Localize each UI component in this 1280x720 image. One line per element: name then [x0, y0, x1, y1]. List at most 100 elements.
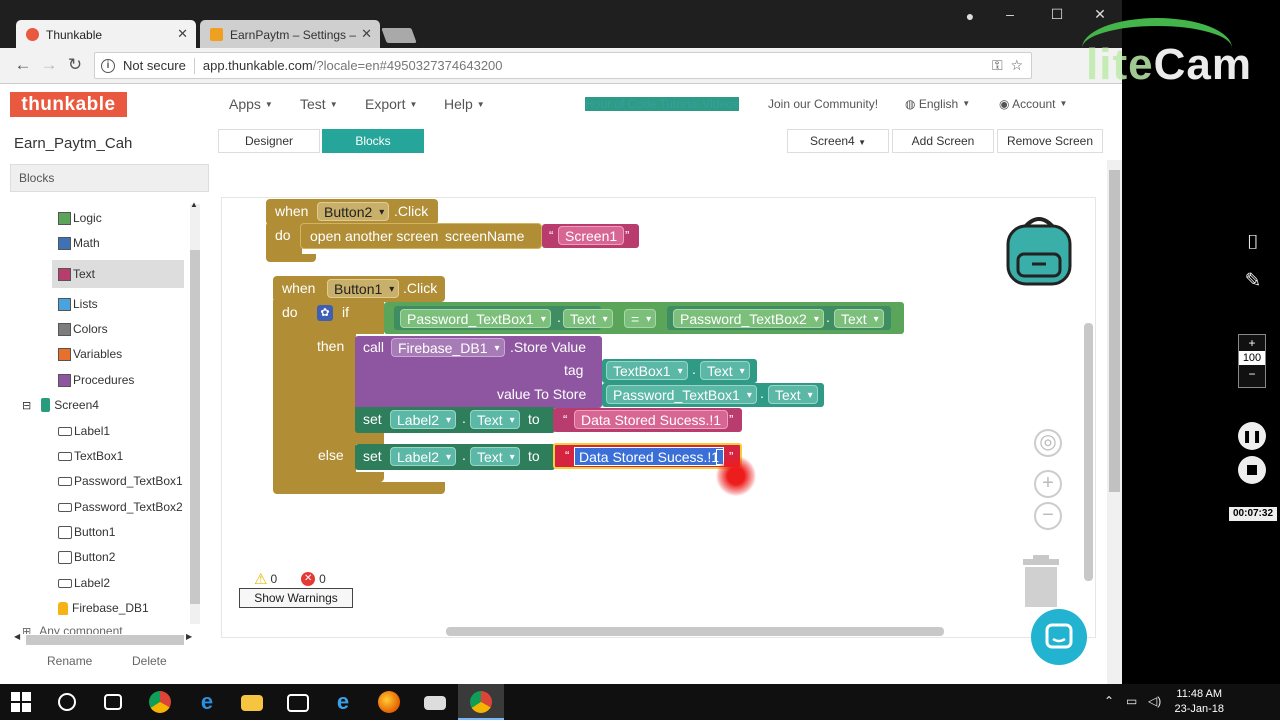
zoom-out-icon[interactable]: − — [1034, 502, 1062, 530]
mutator-gear-icon[interactable]: ✿ — [317, 305, 333, 321]
string-value-screen1[interactable]: Screen1 — [558, 226, 625, 245]
file-explorer-icon[interactable] — [241, 695, 263, 711]
new-tab-button[interactable] — [381, 28, 417, 43]
component-dropdown-label2[interactable]: Label2 — [390, 410, 457, 430]
component-label2[interactable]: Label2 — [58, 573, 110, 593]
component-dropdown-button2[interactable]: Button2 — [317, 202, 390, 222]
designer-button[interactable]: Designer — [218, 129, 320, 153]
menu-apps[interactable]: Apps ▼ — [229, 96, 273, 112]
builtin-text[interactable]: Text — [52, 260, 184, 288]
backpack-icon[interactable] — [1002, 212, 1076, 288]
tutorial-videos-link[interactable]: Hour of Code Tutorial Videos — [585, 97, 739, 111]
forward-arrow-icon[interactable]: → — [38, 55, 60, 75]
component-dropdown[interactable]: Password_TextBox1 — [400, 309, 551, 329]
component-firebase-db1[interactable]: Firebase_DB1 — [58, 598, 149, 618]
store-icon[interactable] — [287, 694, 309, 712]
tab-earnpaytm-settings[interactable]: EarnPaytm – Settings – F ✕ — [200, 20, 380, 49]
pause-icon[interactable]: ❚❚ — [1238, 422, 1266, 450]
system-clock[interactable]: 11:48 AM 23-Jan-18 — [1174, 687, 1224, 717]
operator-dropdown[interactable]: = — [624, 309, 657, 329]
component-password-textbox2[interactable]: Password_TextBox2 — [58, 497, 183, 517]
task-view-icon[interactable] — [104, 694, 122, 710]
remove-screen-button[interactable]: Remove Screen — [997, 129, 1103, 153]
workspace-vertical-scroll-thumb[interactable] — [1084, 323, 1093, 581]
firefox-icon[interactable] — [378, 691, 400, 713]
screen-selector[interactable]: Screen4 ▼ — [787, 129, 889, 153]
scroll-left-arrow-icon[interactable]: ◀ — [14, 632, 20, 641]
add-screen-button[interactable]: Add Screen — [892, 129, 994, 153]
camera-icon[interactable]: ⌷ — [1226, 232, 1280, 255]
language-menu[interactable]: ◍ English ▼ — [905, 97, 970, 111]
menu-export[interactable]: Export ▼ — [365, 96, 417, 112]
workspace-horizontal-scroll-thumb[interactable] — [446, 627, 944, 636]
string-value-success[interactable]: Data Stored Sucess.!1 — [574, 410, 729, 429]
menu-help[interactable]: Help ▼ — [444, 96, 485, 112]
delete-button[interactable]: Delete — [132, 654, 167, 668]
maximize-button[interactable]: ☐ — [1042, 6, 1072, 23]
property-dropdown[interactable]: Text — [470, 447, 520, 467]
stop-icon[interactable] — [1238, 456, 1266, 484]
tab-thunkable[interactable]: Thunkable ✕ — [16, 20, 196, 49]
info-icon[interactable]: i — [101, 58, 115, 73]
trash-can-icon[interactable] — [1021, 555, 1061, 607]
tray-chevron-icon[interactable]: ⌃ — [1104, 694, 1114, 708]
zoom-in-icon[interactable]: + — [1034, 470, 1062, 498]
reload-icon[interactable]: ↻ — [64, 55, 86, 75]
builtin-math[interactable]: Math — [58, 233, 100, 253]
property-dropdown[interactable]: Text — [834, 309, 884, 329]
component-textbox1[interactable]: TextBox1 — [58, 446, 123, 466]
address-bar[interactable]: i Not secure app.thunkable.com/?locale=e… — [94, 52, 1032, 79]
back-arrow-icon[interactable]: ← — [12, 55, 34, 75]
mail-icon[interactable] — [424, 696, 446, 710]
component-button2[interactable]: Button2 — [58, 547, 115, 567]
expand-plus-icon[interactable]: ⊞ — [22, 625, 31, 635]
component-label1[interactable]: Label1 — [58, 421, 110, 441]
chrome-active-window[interactable] — [458, 684, 504, 720]
any-component-node[interactable]: ⊞ Any component — [22, 621, 123, 634]
page-scroll-thumb[interactable] — [1109, 170, 1120, 492]
key-icon[interactable]: ⚿ — [992, 57, 1003, 73]
panel-vertical-scroll-thumb[interactable] — [190, 250, 200, 604]
collapse-minus-icon[interactable]: ⊟ — [22, 399, 31, 412]
internet-explorer-icon[interactable]: e — [332, 691, 354, 713]
panel-horizontal-scroll-thumb[interactable] — [26, 635, 184, 645]
pencil-icon[interactable]: ✎ — [1226, 268, 1280, 293]
show-warnings-button[interactable]: Show Warnings — [239, 588, 353, 608]
chat-support-button[interactable] — [1031, 609, 1087, 665]
tab-close-icon[interactable]: ✕ — [361, 26, 372, 42]
scroll-right-arrow-icon[interactable]: ▶ — [186, 632, 192, 641]
search-cortana-icon[interactable] — [58, 693, 76, 711]
battery-icon[interactable]: ▭ — [1126, 694, 1137, 708]
community-link[interactable]: Join our Community! — [768, 97, 878, 111]
property-dropdown[interactable]: Text — [700, 361, 750, 381]
zoom-plus-icon[interactable]: + — [1239, 335, 1265, 351]
component-password-textbox1[interactable]: Password_TextBox1 — [58, 471, 183, 491]
component-dropdown-firebase[interactable]: Firebase_DB1 — [391, 338, 505, 358]
component-button1[interactable]: Button1 — [58, 522, 115, 542]
scroll-up-arrow-icon[interactable]: ▲ — [190, 200, 198, 209]
screen4-node[interactable]: ⊟ Screen4 — [22, 395, 99, 415]
url-text[interactable]: app.thunkable.com/?locale=en#49503273746… — [203, 58, 503, 73]
windows-start-icon[interactable] — [11, 692, 31, 712]
property-dropdown[interactable]: Text — [768, 385, 818, 405]
volume-icon[interactable]: ◁) — [1148, 694, 1161, 708]
string-edit-input-selected[interactable]: Data Stored Sucess.!1 — [574, 447, 725, 466]
tab-close-icon[interactable]: ✕ — [177, 26, 188, 42]
thunkable-logo[interactable]: thunkable — [10, 92, 127, 117]
account-menu[interactable]: ◉ Account ▼ — [999, 97, 1067, 111]
minimize-button[interactable]: – — [995, 6, 1025, 22]
close-window-button[interactable]: ✕ — [1085, 6, 1115, 23]
builtin-colors[interactable]: Colors — [58, 319, 108, 339]
builtin-procedures[interactable]: Procedures — [58, 370, 134, 390]
component-dropdown[interactable]: Password_TextBox1 — [606, 385, 757, 405]
blocks-button[interactable]: Blocks — [322, 129, 424, 153]
menu-test[interactable]: Test ▼ — [300, 96, 338, 112]
bookmark-star-icon[interactable]: ☆ — [1010, 57, 1023, 73]
component-dropdown[interactable]: TextBox1 — [606, 361, 688, 381]
profile-icon[interactable]: ● — [955, 8, 985, 24]
chrome-taskbar-icon[interactable] — [149, 691, 171, 713]
component-dropdown[interactable]: Password_TextBox2 — [673, 309, 824, 329]
builtin-variables[interactable]: Variables — [58, 344, 122, 364]
builtin-logic[interactable]: Logic — [58, 208, 102, 228]
builtin-lists[interactable]: Lists — [58, 294, 98, 314]
